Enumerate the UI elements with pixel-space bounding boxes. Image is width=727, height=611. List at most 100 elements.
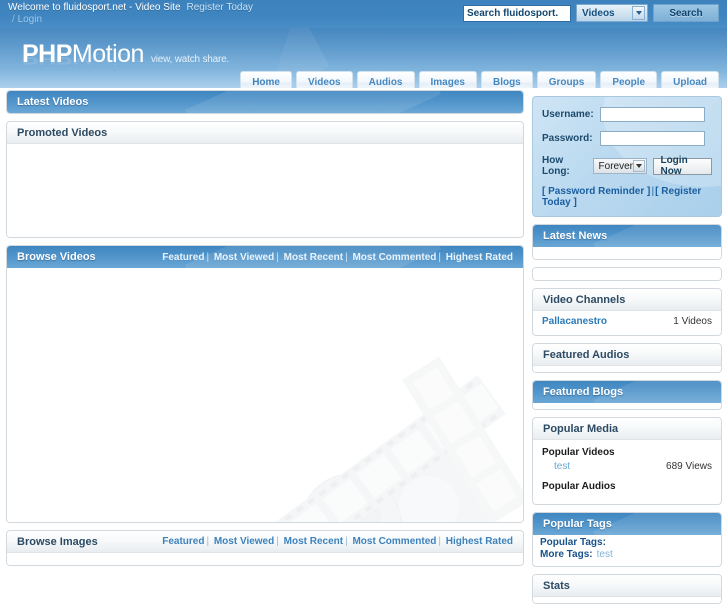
panel-title-browse-images: Browse Images [17, 535, 98, 548]
howlong-row: How Long: Forever Login Now [542, 155, 712, 177]
panel-body-browse-videos [7, 268, 523, 522]
panel-browse-images: Browse Images Featured | Most Viewed | Mos… [6, 530, 524, 566]
panel-header-browse-videos: Browse Videos Featured | Most Viewed | Mos… [7, 246, 523, 268]
panel-title-browse-videos: Browse Videos [17, 251, 96, 263]
panel-body-news-empty [533, 268, 721, 280]
username-row: Username: [542, 107, 712, 122]
panel-title-stats: Stats [543, 579, 570, 592]
search-input[interactable] [463, 4, 571, 22]
panel-header-popular-media: Popular Media [533, 418, 721, 440]
filter-most-recent-videos[interactable]: Most Recent [284, 252, 343, 263]
howlong-value: Forever [598, 160, 633, 172]
panel-title-latest-videos: Latest Videos [17, 96, 89, 108]
password-label: Password: [542, 133, 593, 144]
panel-header-featured-blogs: Featured Blogs [533, 381, 721, 403]
panel-header-video-channels: Video Channels [533, 289, 721, 311]
login-link-group: / Login [12, 14, 42, 25]
more-tags-row: More Tags: test [540, 549, 714, 560]
username-label: Username: [542, 109, 594, 120]
nav-item-upload[interactable]: Upload [661, 71, 719, 88]
search-button[interactable]: Search [653, 4, 719, 22]
register-today-link-top[interactable]: Register Today [187, 2, 254, 13]
panel-body-popular-media: Popular Videos test 689 Views Popular Au… [533, 440, 721, 504]
panel-featured-blogs: Featured Blogs [532, 380, 722, 410]
filter-most-commented-images[interactable]: Most Commented [352, 536, 436, 547]
panel-stats: Stats [532, 574, 722, 604]
filter-featured-videos[interactable]: Featured [162, 252, 204, 263]
popular-video-title-link[interactable]: test [554, 461, 570, 472]
filter-highest-rated-videos[interactable]: Highest Rated [446, 252, 513, 263]
panel-header-stats: Stats [533, 575, 721, 597]
panel-title-promoted-videos: Promoted Videos [17, 126, 108, 139]
chevron-down-icon[interactable] [633, 160, 646, 172]
panel-title-latest-news: Latest News [543, 230, 608, 242]
panel-header-latest-news: Latest News [533, 225, 721, 247]
welcome-text: Welcome to fluidosport.net - Video Site R… [8, 2, 253, 13]
panel-body-promoted-videos [7, 144, 523, 237]
panel-body-browse-images [7, 553, 523, 565]
search-scope-select[interactable]: Videos [576, 4, 648, 22]
panel-header-promoted-videos: Promoted Videos [7, 122, 523, 144]
logo-motion: Motion [71, 40, 145, 68]
filter-most-commented-videos[interactable]: Most Commented [352, 252, 436, 263]
panel-body-featured-blogs [533, 403, 721, 409]
logo-tagline: view, watch share. [150, 54, 230, 65]
panel-latest-news: Latest News [532, 224, 722, 260]
panel-body-popular-tags: Popular Tags: More Tags: test [533, 535, 721, 566]
nav-item-people[interactable]: People [600, 71, 658, 88]
filter-links-images: Featured | Most Viewed | Most Recent | Most… [162, 536, 513, 547]
panel-title-popular-tags: Popular Tags [543, 518, 612, 530]
popular-audios-label: Popular Audios [542, 481, 616, 492]
more-tags-label: More Tags: [540, 549, 593, 560]
login-link[interactable]: Login [18, 14, 42, 25]
main-navigation: Home Videos Audios Images Blogs Groups P… [240, 71, 719, 88]
search-scope-value: Videos [582, 7, 615, 19]
sidebar: Username: Password: How Long: Forever Lo… [532, 96, 722, 611]
login-form: Username: Password: How Long: Forever Lo… [532, 96, 722, 217]
panel-popular-tags: Popular Tags Popular Tags: More Tags: tes… [532, 512, 722, 567]
nav-item-groups[interactable]: Groups [536, 71, 597, 88]
logo-php: PHP [22, 40, 72, 68]
panel-promoted-videos: Promoted Videos [6, 121, 524, 238]
filter-most-recent-images[interactable]: Most Recent [284, 536, 343, 547]
nav-item-images[interactable]: Images [418, 71, 477, 88]
site-header: PHPMotion PHPMotion view, watch share. H… [0, 28, 727, 88]
popular-video-views: 689 Views [666, 461, 712, 472]
site-logo[interactable]: PHPMotion view, watch share. [22, 40, 229, 69]
panel-title-popular-media: Popular Media [543, 422, 619, 435]
nav-item-home[interactable]: Home [240, 71, 292, 88]
panel-browse-videos: Browse Videos Featured | Most Viewed | Mos… [6, 245, 524, 523]
panel-header-featured-audios: Featured Audios [533, 344, 721, 366]
slash-separator: / [12, 14, 15, 25]
howlong-select[interactable]: Forever [592, 158, 648, 174]
filter-most-viewed-videos[interactable]: Most Viewed [214, 252, 274, 263]
password-reminder-link[interactable]: [ Password Reminder ] [542, 186, 650, 197]
top-bar: Welcome to fluidosport.net - Video Site R… [0, 0, 727, 28]
more-tags-value-link[interactable]: test [597, 549, 613, 560]
film-reel-watermark-icon [275, 356, 523, 522]
nav-item-audios[interactable]: Audios [356, 71, 415, 88]
popular-tags-row: Popular Tags: [540, 537, 714, 548]
list-item[interactable]: Pallacanestro 1 Videos [533, 311, 721, 335]
filter-featured-images[interactable]: Featured [162, 536, 204, 547]
list-item[interactable]: test 689 Views [542, 461, 712, 472]
channel-name-link[interactable]: Pallacanestro [542, 316, 607, 327]
nav-item-blogs[interactable]: Blogs [480, 71, 533, 88]
panel-featured-audios: Featured Audios [532, 343, 722, 373]
login-now-button[interactable]: Login Now [653, 155, 712, 177]
panel-title-video-channels: Video Channels [543, 293, 626, 306]
nav-item-videos[interactable]: Videos [296, 71, 353, 88]
howlong-label: How Long: [542, 155, 570, 177]
panel-body-video-channels: Pallacanestro 1 Videos [533, 311, 721, 335]
filter-highest-rated-images[interactable]: Highest Rated [446, 536, 513, 547]
chevron-down-icon[interactable] [632, 6, 645, 20]
password-input[interactable] [600, 131, 705, 146]
panel-latest-videos: Latest Videos [6, 90, 524, 114]
panel-video-channels: Video Channels Pallacanestro 1 Videos [532, 288, 722, 336]
panel-popular-media: Popular Media Popular Videos test 689 Vi… [532, 417, 722, 505]
popular-tags-label: Popular Tags: [540, 537, 606, 548]
popular-videos-label: Popular Videos [542, 447, 615, 458]
filter-most-viewed-images[interactable]: Most Viewed [214, 536, 274, 547]
username-input[interactable] [600, 107, 705, 122]
filter-links-videos: Featured | Most Viewed | Most Recent | Most… [162, 251, 513, 263]
